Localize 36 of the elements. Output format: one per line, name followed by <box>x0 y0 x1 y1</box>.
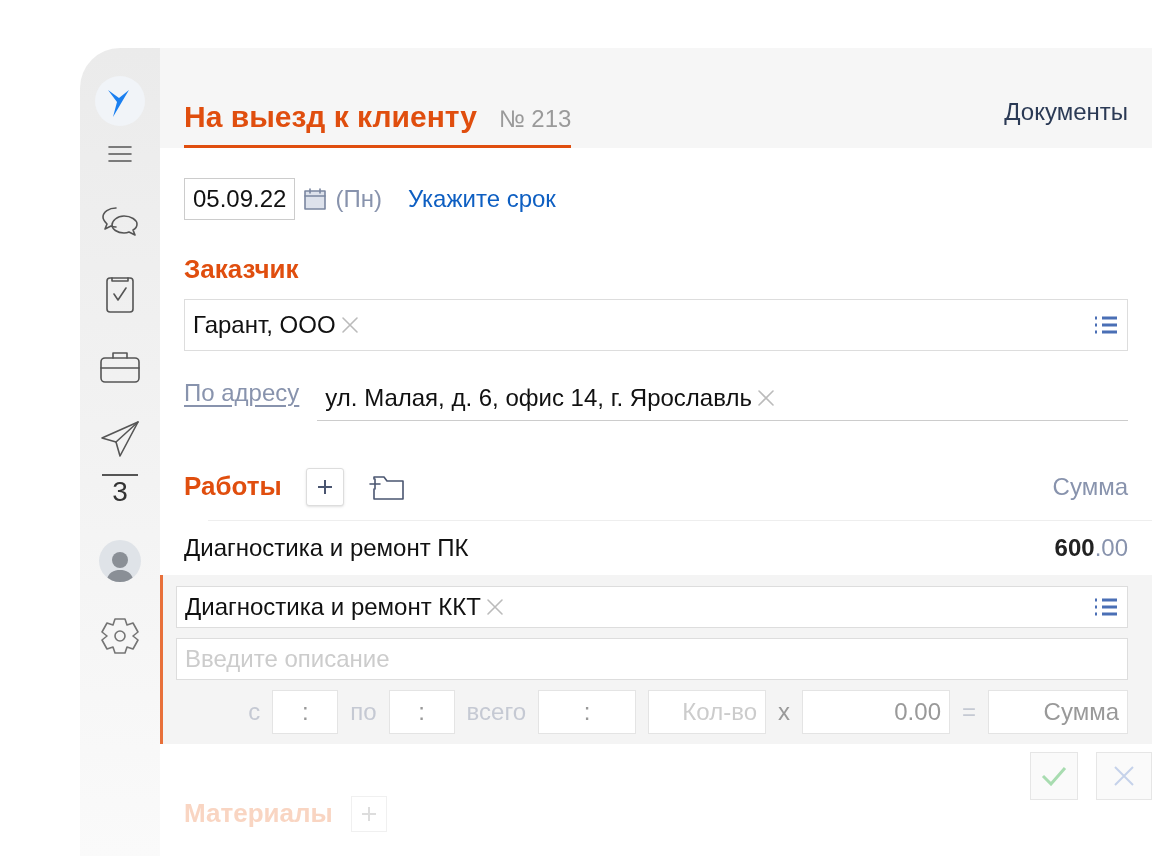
clear-icon[interactable] <box>755 387 776 408</box>
list-icon[interactable] <box>1093 315 1119 335</box>
briefcase-icon[interactable] <box>99 350 141 384</box>
add-button[interactable] <box>305 467 344 506</box>
work-name: Диагностика и ремонт ПК <box>184 533 469 563</box>
paper-plane-icon[interactable] <box>100 420 140 458</box>
list-icon[interactable] <box>1093 597 1119 617</box>
sum-field[interactable]: Сумма <box>988 690 1128 734</box>
weekday-label: (Пн) <box>335 184 382 214</box>
column-heading: Сумма <box>1052 471 1128 502</box>
settings-icon[interactable] <box>100 616 140 656</box>
address-field[interactable]: ул. Малая, д. 6, офис 14, г. Ярославль <box>317 375 1128 421</box>
counter: 3 <box>102 474 138 508</box>
clear-icon[interactable] <box>339 315 360 335</box>
calendar-icon[interactable] <box>303 187 328 211</box>
menu-icon[interactable] <box>107 144 133 164</box>
checkmark-icon <box>1041 766 1067 786</box>
section-heading: Материалы <box>184 797 333 830</box>
section-heading: Заказчик <box>183 253 300 286</box>
plus-icon <box>359 804 378 823</box>
plus-icon <box>315 477 334 496</box>
tab[interactable]: На выезд к клиенту № 213 <box>184 94 572 148</box>
close-icon <box>1113 765 1135 787</box>
deadline-link[interactable]: Укажите срок <box>407 181 556 217</box>
section-heading: Работы <box>184 470 282 503</box>
work-amount: 600.00 <box>1054 533 1128 563</box>
date-field[interactable]: 05.09.22 <box>184 178 296 220</box>
field-label: = <box>962 697 976 727</box>
work-field[interactable]: Диагностика и ремонт ККТ <box>176 586 1128 628</box>
operator-label: x <box>778 697 790 727</box>
clear-icon[interactable] <box>484 597 505 617</box>
tab[interactable]: Документы <box>1004 94 1128 148</box>
clipboard-check-icon[interactable] <box>104 274 136 314</box>
avatar[interactable] <box>99 540 141 582</box>
customer-field[interactable]: Гарант, ООО <box>184 299 1128 351</box>
address-link[interactable]: По адресу <box>184 375 300 421</box>
